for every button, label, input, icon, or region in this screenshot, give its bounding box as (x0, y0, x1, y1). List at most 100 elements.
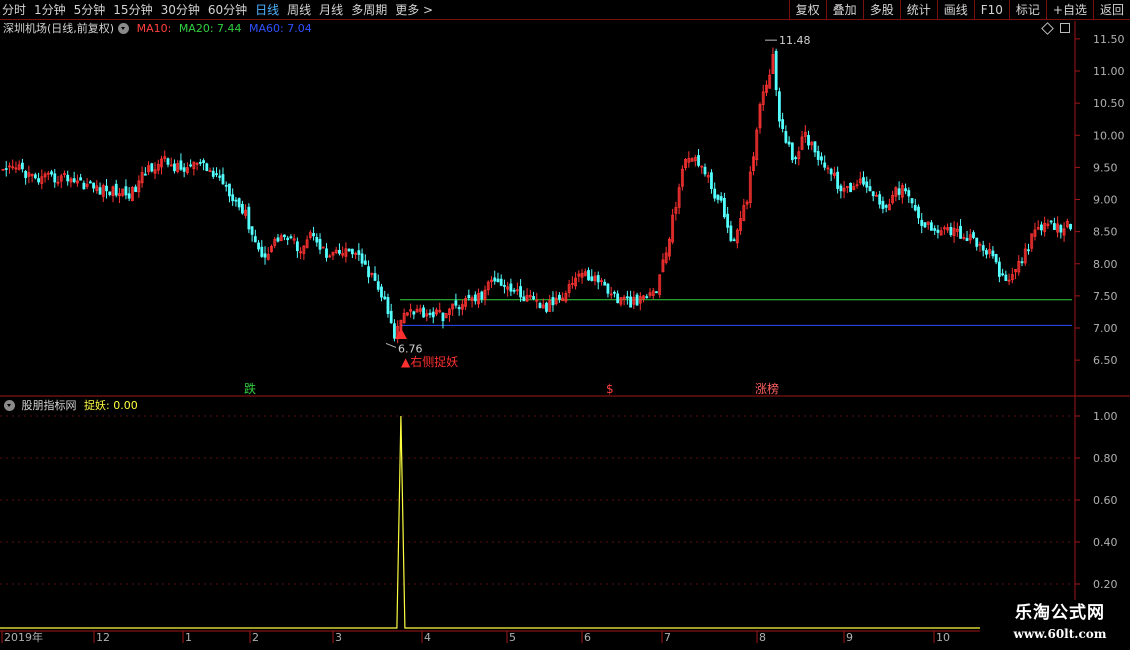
candle-body (784, 131, 788, 143)
low-label: 6.76 (398, 342, 423, 355)
x-tick-label-5: 4 (424, 631, 431, 644)
ind-y-tick-label-3: 0.80 (1093, 452, 1118, 465)
action-button-4[interactable]: 画线 (936, 0, 974, 20)
candle-body (105, 185, 108, 192)
candle-body (386, 297, 390, 314)
candle-body (503, 284, 506, 287)
period-tab-0[interactable]: 分时 (2, 0, 26, 20)
period-tab-6[interactable]: 日线 (255, 0, 279, 20)
candle-body (234, 199, 238, 202)
candle-body (997, 261, 1001, 277)
candle-body (315, 236, 319, 243)
action-button-7[interactable]: +自选 (1045, 0, 1093, 20)
candle-body (454, 300, 458, 306)
candle-body (729, 225, 733, 241)
kline-chart-area[interactable]: 6.507.007.508.008.509.009.5010.0010.5011… (0, 21, 1130, 650)
candle-body (519, 286, 522, 298)
candle-body (616, 293, 620, 304)
y-tick-label-10: 11.50 (1093, 33, 1125, 46)
candle-body (496, 278, 500, 283)
action-button-3[interactable]: 统计 (899, 0, 937, 20)
candle-body (972, 232, 975, 238)
candle-body (985, 250, 988, 255)
candle-body (253, 236, 257, 243)
candle-body (247, 206, 251, 230)
candle-body (473, 294, 477, 302)
candle-body (981, 245, 985, 251)
candle-body (499, 278, 503, 286)
x-tick-label-9: 8 (759, 631, 766, 644)
candle-body (829, 168, 833, 175)
ind-y-tick-label-0: 0.20 (1093, 578, 1118, 591)
candle-body (202, 160, 205, 163)
candle-body (933, 228, 937, 231)
candle-body (457, 307, 461, 310)
period-tab-5[interactable]: 60分钟 (208, 0, 247, 20)
action-button-0[interactable]: 复权 (788, 0, 826, 20)
candle-body (431, 311, 435, 318)
candle-body (862, 177, 865, 185)
candle-body (325, 248, 328, 258)
period-tab-10[interactable]: 更多 > (395, 0, 433, 20)
candle-body (732, 239, 736, 242)
candle-body (917, 206, 920, 219)
ind-y-tick-label-4: 1.00 (1093, 410, 1118, 423)
candle-body (1052, 223, 1056, 231)
period-tab-7[interactable]: 周线 (287, 0, 311, 20)
x-tick-label-11: 10 (936, 631, 950, 644)
candle-body (655, 291, 658, 294)
candle-body (224, 184, 228, 187)
candle-body (907, 190, 911, 197)
candle-body (823, 162, 827, 168)
candle-body (250, 226, 254, 235)
period-tab-8[interactable]: 月线 (319, 0, 343, 20)
candle-body (913, 205, 917, 211)
candle-body (787, 141, 791, 145)
candle-body (37, 178, 40, 183)
action-button-1[interactable]: 叠加 (825, 0, 863, 20)
y-tick-label-7: 10.00 (1093, 129, 1125, 142)
action-button-5[interactable]: F10 (973, 0, 1009, 20)
action-button-2[interactable]: 多股 (862, 0, 900, 20)
candle-body (4, 168, 8, 170)
x-tick-label-3: 2 (252, 631, 259, 644)
candle-body (991, 250, 995, 257)
y-tick-label-2: 7.50 (1093, 290, 1118, 303)
action-button-6[interactable]: 标记 (1008, 0, 1046, 20)
candle-body (645, 296, 649, 299)
period-toolbar: 分时 1分钟 5分钟 15分钟 30分钟 60分钟 日线 周线 月线 多周期 更多 > 复权 叠加 多股… (0, 0, 1130, 20)
candle-body (338, 250, 341, 254)
candle-body (606, 283, 610, 294)
watermark-url: www.60lt.com (1013, 627, 1107, 641)
period-tab-9[interactable]: 多周期 (351, 0, 387, 20)
candle-body (904, 188, 907, 192)
candle-body (884, 205, 888, 208)
candle-body (713, 188, 717, 199)
candle-body (703, 166, 707, 175)
candle-body (949, 226, 953, 236)
action-button-8[interactable]: 返回 (1092, 0, 1130, 20)
y-tick-label-5: 9.00 (1093, 194, 1118, 207)
candle-body (318, 238, 322, 250)
candle-body (66, 174, 70, 182)
candle-body (383, 296, 387, 300)
low-leader (385, 342, 397, 348)
candle-body (182, 167, 186, 172)
candle-body (1069, 223, 1072, 230)
candle-body (1001, 273, 1005, 276)
period-tab-2[interactable]: 5分钟 (74, 0, 106, 20)
candle-body (150, 163, 154, 172)
y-tick-label-6: 9.50 (1093, 161, 1118, 174)
candle-body (1049, 220, 1053, 223)
candle-body (920, 219, 924, 226)
candle-body (930, 222, 933, 231)
event-marker-0: 跌 (244, 381, 256, 396)
candle-body (1059, 225, 1063, 233)
period-tab-4[interactable]: 30分钟 (161, 0, 200, 20)
candle-body (813, 141, 817, 153)
period-tab-3[interactable]: 15分钟 (113, 0, 152, 20)
candle-body (836, 171, 840, 189)
indicator-line (0, 415, 980, 629)
x-tick-label-10: 9 (846, 631, 853, 644)
period-tab-1[interactable]: 1分钟 (34, 0, 66, 20)
